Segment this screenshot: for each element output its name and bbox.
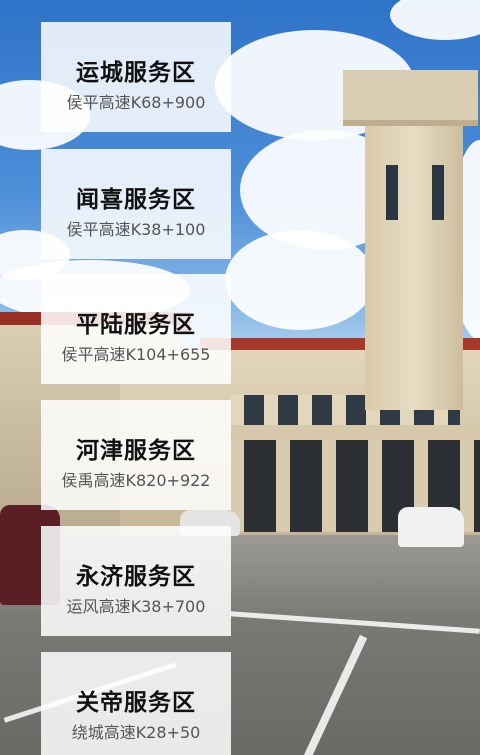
service-area-name: 闻喜服务区 — [76, 186, 196, 213]
cloud — [390, 0, 480, 40]
windows — [230, 395, 460, 425]
cloud — [450, 140, 480, 340]
service-area-location: 侯平高速K104+655 — [61, 345, 211, 364]
colonnade — [230, 440, 480, 532]
page: 运城服务区 侯平高速K68+900 闻喜服务区 侯平高速K38+100 平陆服务… — [0, 0, 480, 755]
service-area-name: 河津服务区 — [76, 437, 196, 464]
cloud — [225, 230, 375, 330]
service-area-name: 平陆服务区 — [76, 311, 196, 338]
service-area-location: 侯平高速K68+900 — [66, 93, 206, 112]
car — [398, 507, 464, 547]
tower-window — [386, 165, 398, 220]
service-area-card[interactable]: 平陆服务区 侯平高速K104+655 — [41, 274, 231, 384]
cloud — [240, 130, 410, 250]
service-area-location: 侯禹高速K820+922 — [61, 471, 211, 490]
roof — [200, 338, 480, 360]
tower-top — [343, 70, 478, 126]
road-marking — [300, 634, 368, 755]
service-area-card[interactable]: 永济服务区 运风高速K38+700 — [41, 526, 231, 636]
tower-window — [432, 165, 444, 220]
service-area-card[interactable]: 关帝服务区 绕城高速K28+50 — [41, 652, 231, 755]
cloud — [215, 30, 415, 140]
service-area-card[interactable]: 运城服务区 侯平高速K68+900 — [41, 22, 231, 132]
service-area-name: 关帝服务区 — [76, 689, 196, 716]
service-area-name: 永济服务区 — [76, 563, 196, 590]
clock-tower — [365, 110, 463, 410]
road-marking — [230, 611, 480, 634]
service-area-location: 侯平高速K38+100 — [66, 220, 206, 239]
service-area-location: 运风高速K38+700 — [66, 597, 206, 616]
service-area-card[interactable]: 河津服务区 侯禹高速K820+922 — [41, 400, 231, 510]
service-area-name: 运城服务区 — [76, 59, 196, 86]
service-area-card[interactable]: 闻喜服务区 侯平高速K38+100 — [41, 149, 231, 259]
service-area-location: 绕城高速K28+50 — [71, 723, 201, 742]
